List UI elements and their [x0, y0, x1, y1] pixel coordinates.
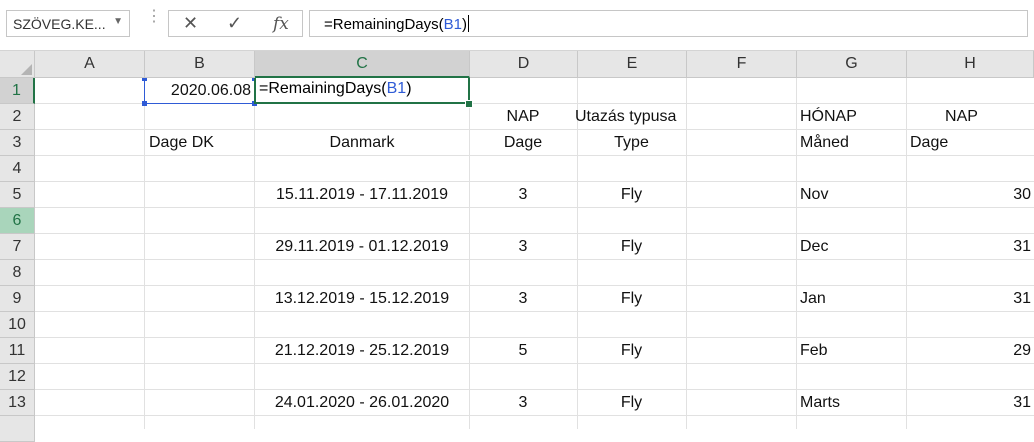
cell-e3[interactable]: Type — [577, 130, 686, 156]
column-header-a[interactable]: A — [35, 51, 145, 78]
cell-c1-editing[interactable]: =RemainingDays(B1) — [254, 78, 470, 104]
cell-g13[interactable]: Marts — [796, 390, 906, 416]
text-cursor — [468, 15, 469, 32]
row-header-12[interactable]: 12 — [0, 364, 35, 390]
name-box-value: SZÖVEG.KE... — [13, 16, 106, 32]
cell-d11[interactable]: 5 — [469, 338, 577, 364]
column-header-d[interactable]: D — [470, 51, 578, 78]
formula-suffix: ) — [462, 16, 467, 33]
formula-buttons: ✕ ✓ fx — [168, 10, 303, 37]
cell-h13[interactable]: 31 — [906, 390, 1034, 416]
row-header-3[interactable]: 3 — [0, 130, 35, 156]
cell-h7[interactable]: 31 — [906, 234, 1034, 260]
cell-c13[interactable]: 24.01.2020 - 26.01.2020 — [255, 390, 469, 416]
cell-e13[interactable]: Fly — [577, 390, 686, 416]
row-header-2[interactable]: 2 — [0, 104, 35, 130]
row-header-9[interactable]: 9 — [0, 286, 35, 312]
cell-c1-prefix: =RemainingDays( — [259, 80, 387, 97]
cell-h3[interactable]: Dage — [906, 130, 1016, 156]
row-header-1[interactable]: 1 — [0, 78, 35, 104]
formula-ref: B1 — [443, 16, 462, 33]
cell-c1-ref: B1 — [386, 80, 407, 97]
cell-e5[interactable]: Fly — [577, 182, 686, 208]
row-header-6[interactable]: 6 — [0, 208, 35, 234]
enter-icon[interactable]: ✓ — [227, 13, 242, 34]
cell-d7[interactable]: 3 — [469, 234, 577, 260]
cell-c1-suffix: ) — [406, 80, 412, 97]
row-header-14[interactable] — [0, 416, 35, 442]
column-header-e[interactable]: E — [578, 51, 687, 78]
cell-c7[interactable]: 29.11.2019 - 01.12.2019 — [255, 234, 469, 260]
cell-b3[interactable]: Dage DK — [145, 130, 254, 156]
cell-g9[interactable]: Jan — [796, 286, 906, 312]
column-header-g[interactable]: G — [797, 51, 907, 78]
cell-h9[interactable]: 31 — [906, 286, 1034, 312]
name-box[interactable]: SZÖVEG.KE... ▼ — [6, 10, 130, 37]
drag-handle-icon[interactable]: ⋮ — [146, 9, 162, 25]
cell-g3[interactable]: Måned — [796, 130, 906, 156]
cell-c5[interactable]: 15.11.2019 - 17.11.2019 — [255, 182, 469, 208]
column-header-c[interactable]: C — [255, 51, 470, 78]
row-header-7[interactable]: 7 — [0, 234, 35, 260]
cell-d9[interactable]: 3 — [469, 286, 577, 312]
cell-e11[interactable]: Fly — [577, 338, 686, 364]
cell-g2[interactable]: HÓNAP — [796, 104, 906, 130]
cell-grid[interactable]: 2020.06.08 =RemainingDays(B1) NAP Utazás… — [35, 78, 1034, 429]
cell-d5[interactable]: 3 — [469, 182, 577, 208]
formula-input[interactable]: =RemainingDays(B1) — [309, 10, 1028, 37]
row-header-4[interactable]: 4 — [0, 156, 35, 182]
row-header-8[interactable]: 8 — [0, 260, 35, 286]
cell-g7[interactable]: Dec — [796, 234, 906, 260]
cell-e7[interactable]: Fly — [577, 234, 686, 260]
cancel-icon[interactable]: ✕ — [183, 13, 198, 34]
column-header-b[interactable]: B — [145, 51, 255, 78]
column-header-f[interactable]: F — [687, 51, 797, 78]
formula-bar: SZÖVEG.KE... ▼ ⋮ ✕ ✓ fx =RemainingDays(B… — [0, 0, 1034, 51]
cell-h11[interactable]: 29 — [906, 338, 1034, 364]
formula-prefix: =RemainingDays( — [324, 16, 444, 33]
grid-line — [686, 78, 687, 429]
chevron-down-icon[interactable]: ▼ — [113, 16, 123, 27]
cell-e9[interactable]: Fly — [577, 286, 686, 312]
cell-c3[interactable]: Danmark — [255, 130, 469, 156]
cell-g11[interactable]: Feb — [796, 338, 906, 364]
row-header-11[interactable]: 11 — [0, 338, 35, 364]
column-header-h[interactable]: H — [907, 51, 1034, 78]
cell-d13[interactable]: 3 — [469, 390, 577, 416]
row-header-13[interactable]: 13 — [0, 390, 35, 416]
cell-c9[interactable]: 13.12.2019 - 15.12.2019 — [255, 286, 469, 312]
cell-b1[interactable]: 2020.06.08 — [145, 78, 254, 104]
row-header-5[interactable]: 5 — [0, 182, 35, 208]
cell-e2[interactable]: Utazás typusa — [575, 104, 735, 130]
cell-c11[interactable]: 21.12.2019 - 25.12.2019 — [255, 338, 469, 364]
row-header-10[interactable]: 10 — [0, 312, 35, 338]
cell-h5[interactable]: 30 — [906, 182, 1034, 208]
select-all-corner[interactable] — [0, 51, 35, 78]
cell-g5[interactable]: Nov — [796, 182, 906, 208]
cell-d2[interactable]: NAP — [469, 104, 577, 130]
cell-d3[interactable]: Dage — [469, 130, 577, 156]
insert-function-icon[interactable]: fx — [273, 14, 289, 34]
select-all-icon — [21, 64, 32, 75]
cell-h2[interactable]: NAP — [906, 104, 1017, 130]
